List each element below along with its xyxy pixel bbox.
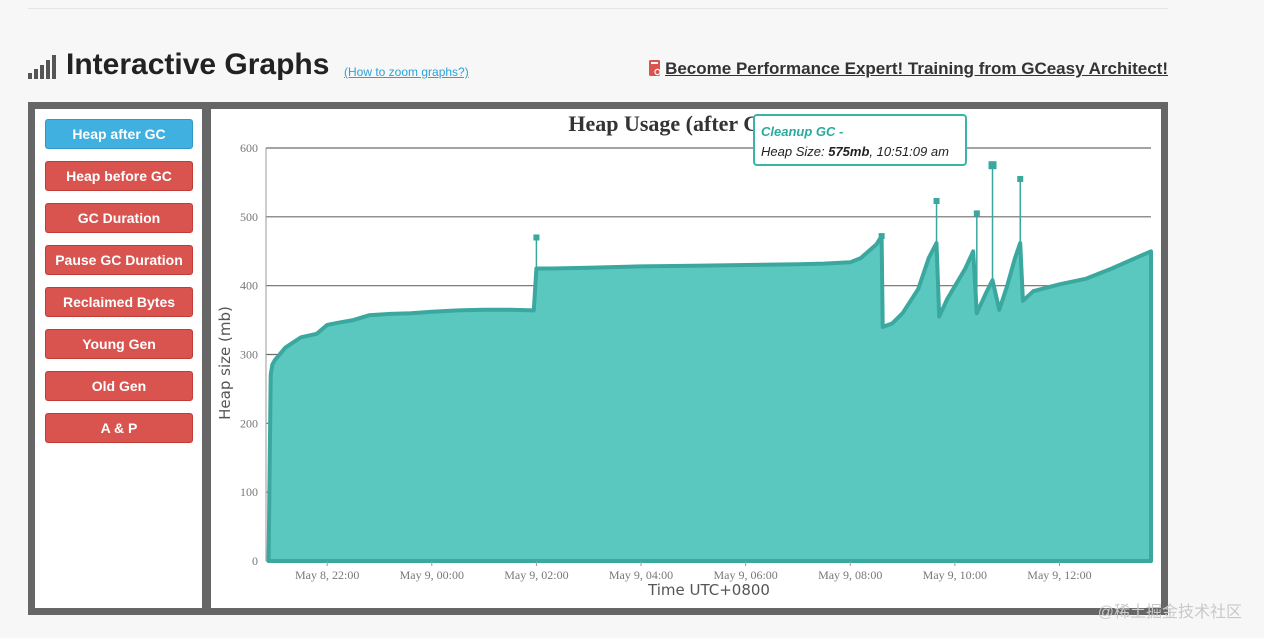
y-tick-label: 200 bbox=[240, 416, 258, 430]
spike-point[interactable] bbox=[878, 233, 885, 240]
x-tick-label: May 9, 00:00 bbox=[400, 568, 464, 582]
old-gen-button[interactable]: Old Gen bbox=[45, 371, 193, 401]
x-tick-label: May 9, 12:00 bbox=[1027, 568, 1091, 582]
spike-point[interactable] bbox=[1017, 175, 1024, 182]
pause-gc-duration-button[interactable]: Pause GC Duration bbox=[45, 245, 193, 275]
spike-point[interactable] bbox=[933, 198, 940, 205]
heap-area-series[interactable] bbox=[266, 234, 1153, 563]
graph-frame: Heap after GC Heap before GC GC Duration… bbox=[28, 102, 1168, 615]
y-tick-label: 500 bbox=[240, 210, 258, 224]
y-tick-label: 0 bbox=[252, 554, 258, 568]
watermark: @稀土掘金技术社区 bbox=[1097, 604, 1242, 621]
x-tick-label: May 8, 22:00 bbox=[295, 568, 359, 582]
tooltip-heap-size: Heap Size: 575mb, 10:51:09 am bbox=[761, 144, 949, 159]
heap-before-gc-button[interactable]: Heap before GC bbox=[45, 161, 193, 191]
y-tick-label: 400 bbox=[240, 279, 258, 293]
heap-after-gc-button[interactable]: Heap after GC bbox=[45, 119, 193, 149]
x-tick-label: May 9, 02:00 bbox=[504, 568, 568, 582]
y-axis-label: Heap size (mb) bbox=[216, 306, 234, 420]
spike-point[interactable] bbox=[988, 161, 997, 170]
tooltip-time: , 10:51:09 am bbox=[869, 144, 949, 159]
zoom-help-link[interactable]: (How to zoom graphs?) bbox=[344, 65, 469, 79]
tooltip-value: 575mb bbox=[828, 144, 870, 159]
book-icon bbox=[649, 60, 661, 76]
signal-bars-icon bbox=[28, 55, 56, 79]
training-link[interactable]: Become Performance Expert! Training from… bbox=[665, 59, 1168, 79]
y-tick-label: 100 bbox=[240, 485, 258, 499]
x-tick-label: May 9, 08:00 bbox=[818, 568, 882, 582]
gc-tooltip: Cleanup GC - Heap Size: 575mb, 10:51:09 … bbox=[753, 114, 967, 166]
spike-point[interactable] bbox=[533, 234, 540, 241]
tooltip-title: Cleanup GC - bbox=[761, 124, 844, 139]
x-tick-label: May 9, 10:00 bbox=[923, 568, 987, 582]
gc-duration-button[interactable]: GC Duration bbox=[45, 203, 193, 233]
x-axis-label: Time UTC+0800 bbox=[647, 581, 770, 599]
y-tick-label: 600 bbox=[240, 141, 258, 155]
x-tick-label: May 9, 04:00 bbox=[609, 568, 673, 582]
chart-panel[interactable]: 0 100 200 300 400 500 600 May 8, 22:00 May 9, 00… bbox=[211, 109, 1161, 608]
y-tick-label: 300 bbox=[240, 348, 258, 362]
heap-usage-chart[interactable]: 0 100 200 300 400 500 600 May 8, 22:00 May 9, 00… bbox=[211, 109, 1161, 608]
x-tick-label: May 9, 06:00 bbox=[713, 568, 777, 582]
page-header: Interactive Graphs (How to zoom graphs?)… bbox=[28, 48, 1168, 84]
top-divider bbox=[28, 8, 1168, 9]
page-title: Interactive Graphs bbox=[66, 48, 330, 81]
chart-title: Heap Usage (after GC) bbox=[568, 111, 783, 136]
young-gen-button[interactable]: Young Gen bbox=[45, 329, 193, 359]
a-and-p-button[interactable]: A & P bbox=[45, 413, 193, 443]
tooltip-label: Heap Size: bbox=[761, 144, 825, 159]
graph-selector-panel: Heap after GC Heap before GC GC Duration… bbox=[35, 109, 202, 608]
reclaimed-bytes-button[interactable]: Reclaimed Bytes bbox=[45, 287, 193, 317]
spike-point[interactable] bbox=[973, 210, 980, 217]
